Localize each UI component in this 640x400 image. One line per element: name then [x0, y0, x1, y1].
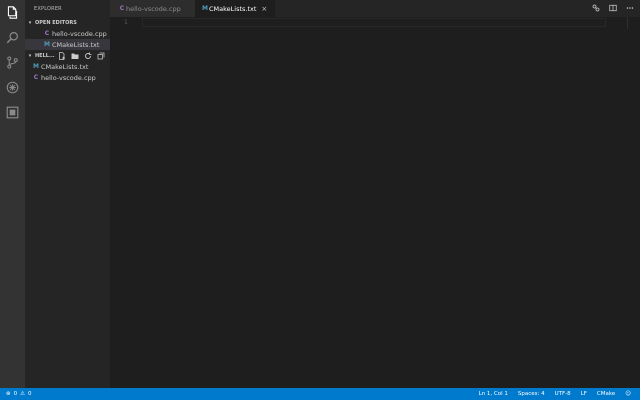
chevron-down-icon: ▾	[28, 52, 32, 59]
warning-count: 0	[28, 391, 32, 397]
warning-icon: ⚠	[20, 391, 26, 397]
debug-icon[interactable]	[6, 81, 19, 94]
extensions-icon[interactable]	[6, 106, 19, 119]
tree-item-label: hello-vscode.cpp	[41, 73, 96, 82]
new-folder-icon[interactable]	[71, 51, 80, 60]
folder-label: HELL...	[35, 52, 55, 59]
source-control-icon[interactable]	[6, 56, 19, 69]
new-file-icon[interactable]	[58, 51, 67, 60]
tab-label: hello-vscode.cpp	[126, 4, 181, 13]
line-number: 1	[124, 19, 128, 26]
error-icon: ⊗	[6, 391, 11, 397]
tree-item-hello-vscode-cpp[interactable]: C hello-vscode.cpp	[25, 72, 110, 83]
problems-indicator[interactable]: ⊗ 0 ⚠ 0	[6, 388, 32, 400]
cursor-position[interactable]: Ln 1, Col 1	[479, 391, 508, 397]
open-editor-item-cmakelists[interactable]: M CMakeLists.txt	[25, 39, 110, 50]
indentation[interactable]: Spaces: 4	[518, 391, 545, 397]
cpp-file-icon: C	[33, 74, 39, 81]
error-count: 0	[13, 391, 18, 397]
cpp-file-icon: C	[119, 5, 125, 12]
folder-header[interactable]: ▾ HELL...	[25, 50, 110, 61]
refresh-icon[interactable]	[84, 51, 93, 60]
current-line-highlight	[142, 18, 606, 27]
chevron-down-icon: ▾	[28, 19, 32, 26]
scrollbar-track[interactable]	[627, 17, 628, 29]
activity-bar	[0, 0, 25, 388]
tree-item-label: CMakeLists.txt	[41, 62, 89, 71]
open-editors-header[interactable]: ▾ OPEN EDITORS	[25, 17, 110, 28]
explorer-sidebar: EXPLORER ▾ OPEN EDITORS C hello-vscode.c…	[25, 0, 110, 388]
split-editor-icon[interactable]	[608, 3, 617, 12]
cmake-file-icon: M	[202, 5, 208, 12]
explorer-title: EXPLORER	[34, 6, 62, 12]
search-icon[interactable]	[6, 31, 19, 44]
collapse-all-icon[interactable]	[97, 51, 106, 60]
tree-item-cmakelists[interactable]: M CMakeLists.txt	[25, 61, 110, 72]
tab-label: CMakeLists.txt	[209, 4, 257, 13]
open-changes-icon[interactable]	[591, 3, 600, 12]
end-of-line[interactable]: LF	[581, 391, 587, 397]
tab-bar: C hello-vscode.cpp M CMakeLists.txt ×	[110, 0, 640, 17]
feedback-icon[interactable]: ☺	[625, 391, 631, 397]
open-editor-item-hello-vscode-cpp[interactable]: C hello-vscode.cpp	[25, 28, 110, 39]
editor-area[interactable]: 1	[110, 17, 640, 388]
more-actions-icon[interactable]	[625, 3, 634, 12]
tab-cmakelists[interactable]: M CMakeLists.txt ×	[195, 0, 275, 17]
explorer-icon[interactable]	[6, 6, 19, 19]
open-editor-item-label: hello-vscode.cpp	[52, 29, 107, 38]
status-bar: ⊗ 0 ⚠ 0 Ln 1, Col 1 Spaces: 4 UTF-8 LF C…	[0, 388, 640, 400]
encoding[interactable]: UTF-8	[555, 391, 571, 397]
close-icon[interactable]: ×	[261, 5, 267, 13]
cmake-file-icon: M	[33, 63, 39, 70]
cpp-file-icon: C	[44, 30, 50, 37]
open-editors-label: OPEN EDITORS	[35, 19, 77, 26]
language-mode[interactable]: CMake	[597, 391, 615, 397]
open-editor-item-label: CMakeLists.txt	[52, 40, 100, 49]
cmake-file-icon: M	[44, 41, 50, 48]
tab-hello-vscode-cpp[interactable]: C hello-vscode.cpp	[110, 0, 195, 17]
